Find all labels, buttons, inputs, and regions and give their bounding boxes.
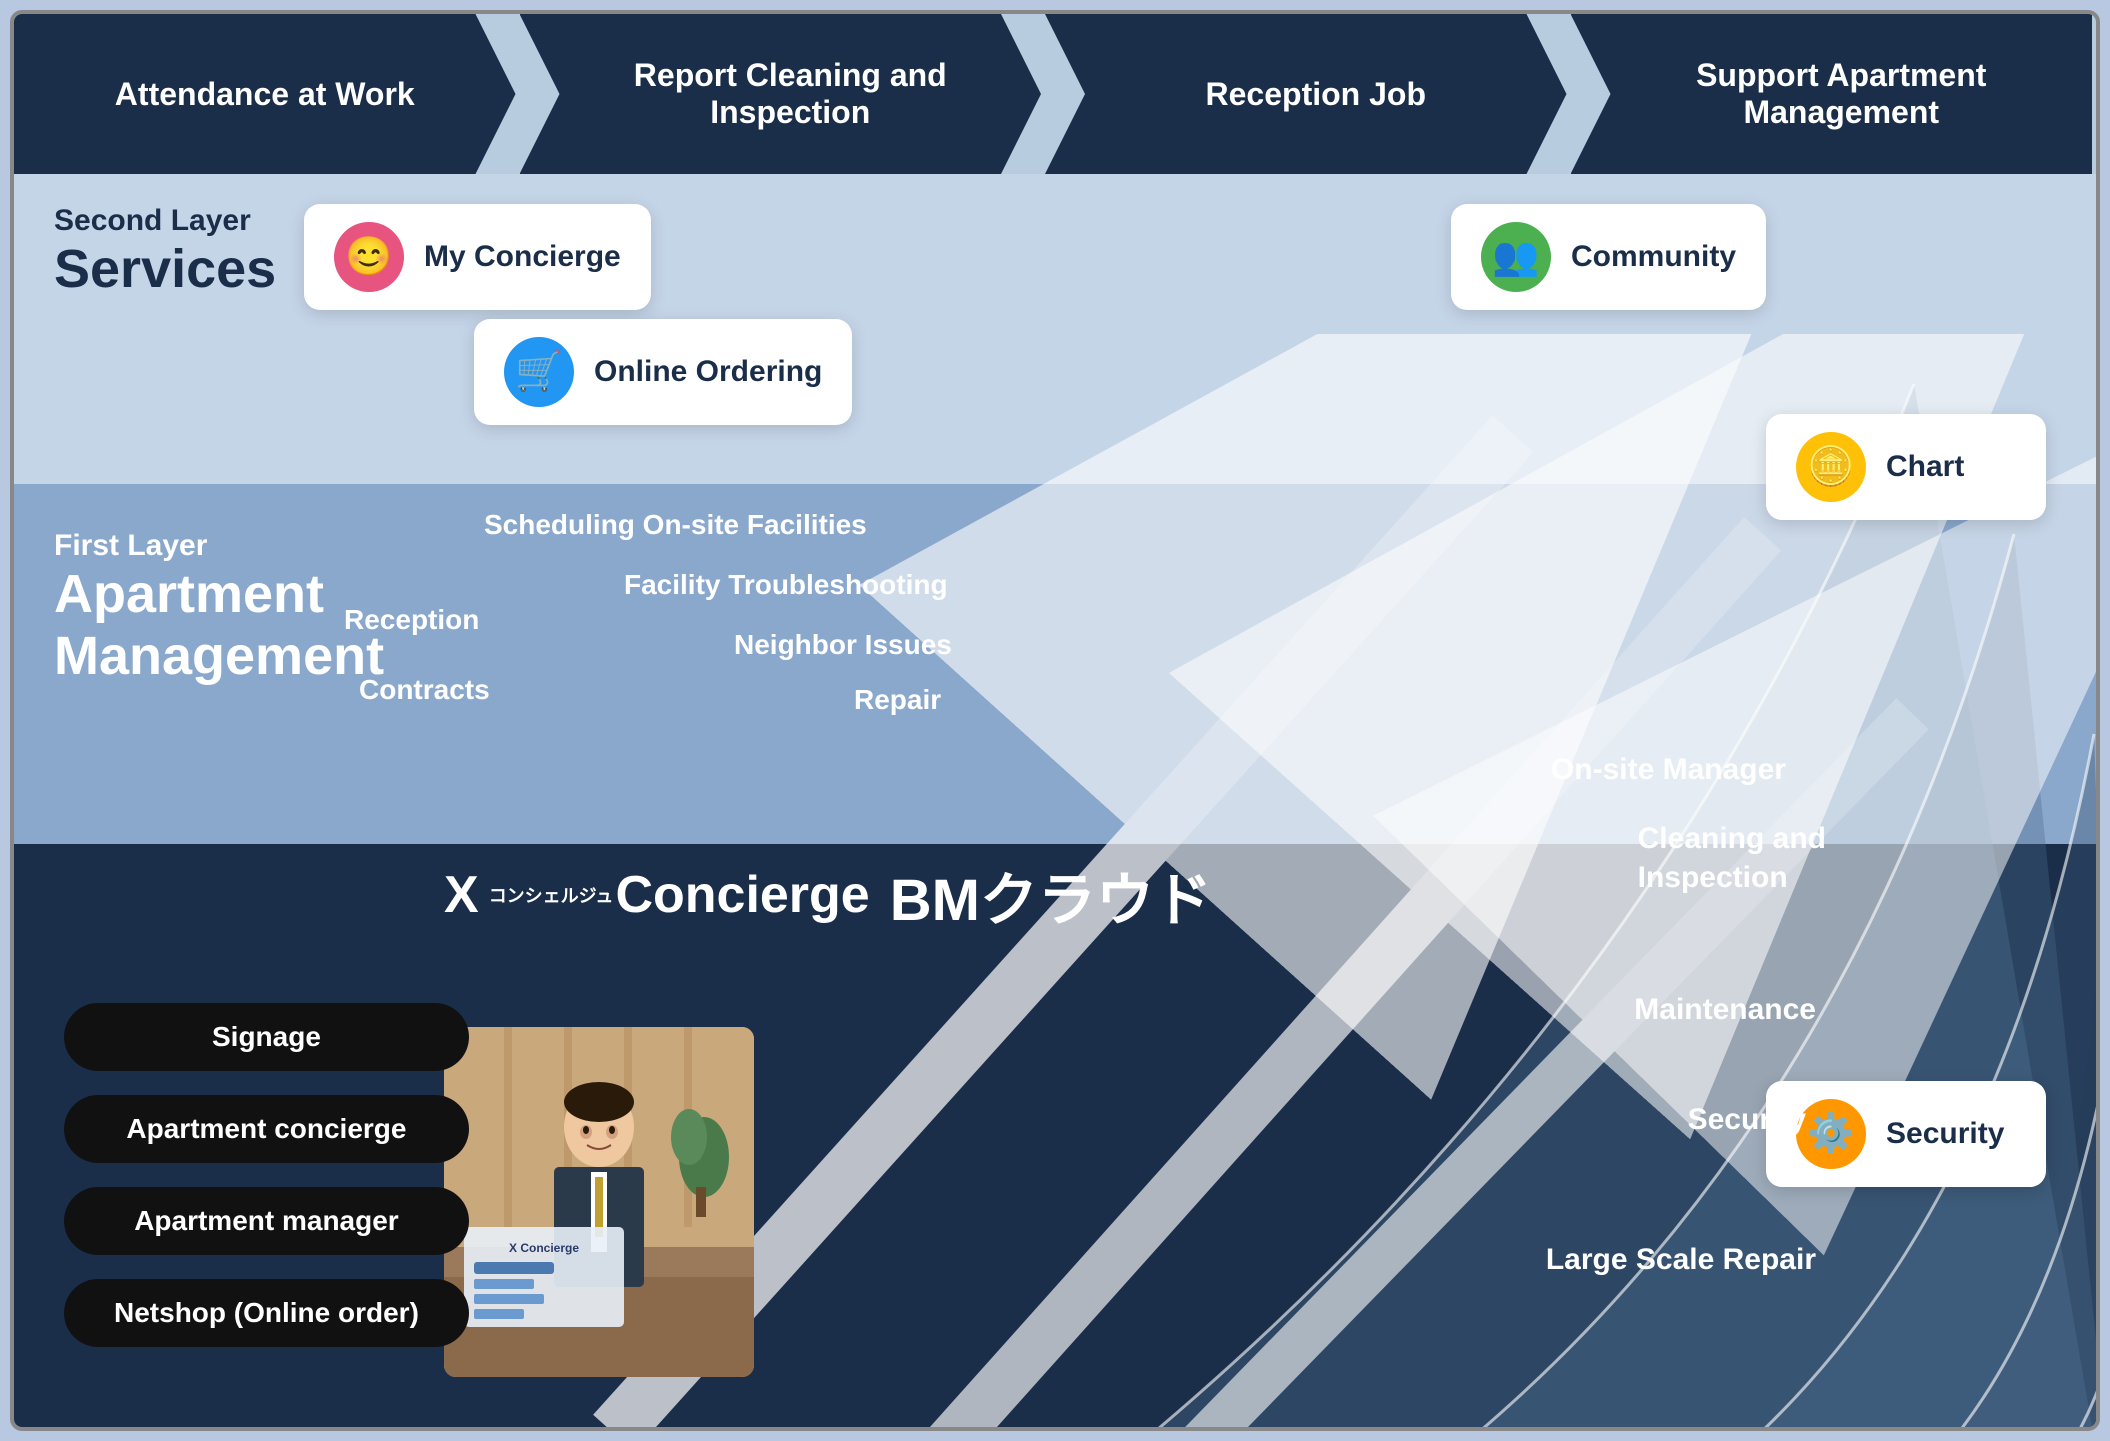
apartment-concierge-btn[interactable]: Apartment concierge bbox=[64, 1095, 469, 1163]
community-icon: 👥 bbox=[1481, 222, 1551, 292]
my-concierge-card: 😊 My Concierge bbox=[304, 204, 651, 310]
person-svg: X Concierge bbox=[444, 1027, 754, 1377]
chart-icon: 🪙 bbox=[1796, 432, 1866, 502]
signage-btn[interactable]: Signage bbox=[64, 1003, 469, 1071]
nav-arrow-2: Report Cleaning and Inspection bbox=[520, 14, 1042, 174]
online-ordering-card: 🛒 Online Ordering bbox=[474, 319, 852, 425]
person-image: X Concierge bbox=[444, 1027, 754, 1377]
second-layer-label: Second Layer Services bbox=[54, 204, 276, 300]
facility-text: Facility Troubleshooting bbox=[624, 569, 948, 601]
nav-arrow-1: Attendance at Work bbox=[14, 14, 516, 174]
xconcierge-logo: X コンシェルジュ Concierge BMクラウド bbox=[444, 853, 1212, 937]
repair-text: Repair bbox=[854, 684, 941, 716]
top-nav: Attendance at Work Report Cleaning and I… bbox=[14, 14, 2096, 174]
main-content: Second Layer Services First Layer Apartm… bbox=[14, 174, 2096, 1427]
contracts-text: Contracts bbox=[359, 674, 490, 706]
nav-arrow-4: Support Apartment Management bbox=[1571, 14, 2093, 174]
neighbor-text: Neighbor Issues bbox=[734, 629, 952, 661]
main-container: Attendance at Work Report Cleaning and I… bbox=[10, 10, 2100, 1431]
netshop-btn[interactable]: Netshop (Online order) bbox=[64, 1279, 469, 1347]
scheduling-text: Scheduling On-site Facilities bbox=[484, 509, 867, 541]
first-layer-label: First Layer Apartment Management bbox=[54, 529, 384, 687]
pill-buttons-container: Signage Apartment concierge Apartment ma… bbox=[64, 1003, 469, 1347]
nav-arrow-3: Reception Job bbox=[1045, 14, 1567, 174]
onsite-manager-text: On-site Manager bbox=[1551, 753, 1786, 787]
svg-text:X Concierge: X Concierge bbox=[509, 1241, 579, 1255]
apartment-manager-btn[interactable]: Apartment manager bbox=[64, 1187, 469, 1255]
my-concierge-icon: 😊 bbox=[334, 222, 404, 292]
chart-card: 🪙 Chart bbox=[1766, 414, 2046, 520]
online-ordering-icon: 🛒 bbox=[504, 337, 574, 407]
community-card: 👥 Community bbox=[1451, 204, 1766, 310]
bottom-section: X コンシェルジュ Concierge BMクラウド bbox=[14, 817, 2096, 1427]
reception-text: Reception bbox=[344, 604, 479, 636]
